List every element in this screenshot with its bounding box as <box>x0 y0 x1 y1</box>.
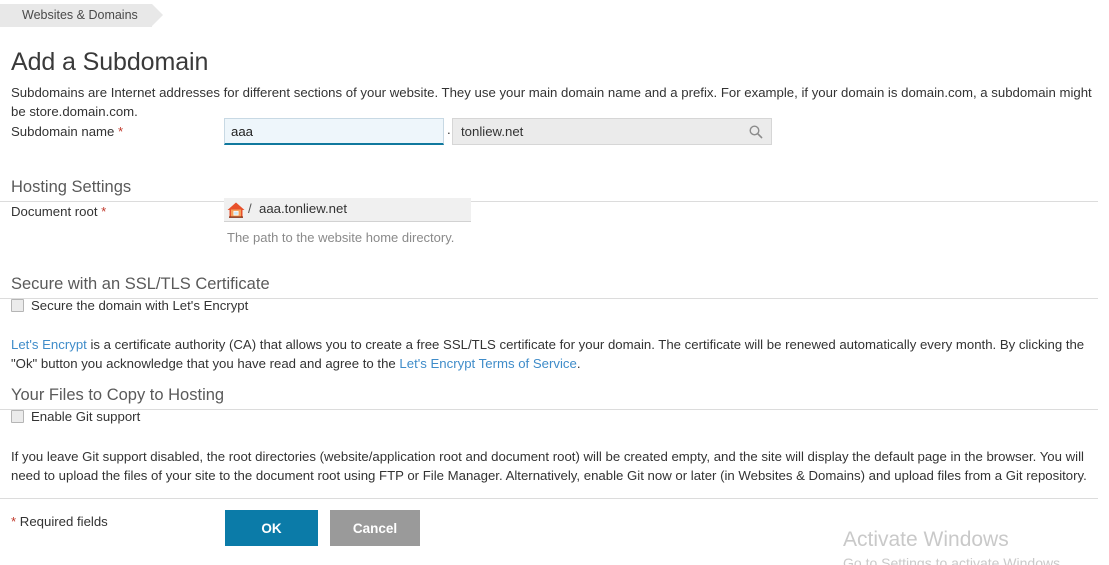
lets-encrypt-checkbox[interactable] <box>11 299 24 312</box>
required-asterisk: * <box>118 124 124 139</box>
lets-encrypt-description-part2: . <box>576 356 581 372</box>
page-description: Subdomains are Internet addresses for di… <box>11 85 1092 120</box>
windows-activation-watermark: Activate Windows Go to Settings to activ… <box>843 527 1064 565</box>
parent-domain-value: tonliew.net <box>461 124 524 139</box>
watermark-title: Activate Windows <box>843 528 1009 551</box>
required-fields-note: * Required fields <box>11 514 108 529</box>
footer-divider <box>0 498 1098 499</box>
document-root-slash: / <box>248 201 252 216</box>
domain-separator-dot: . <box>447 122 451 137</box>
document-root-label: Document root * <box>11 204 106 219</box>
breadcrumb-item-websites-domains[interactable]: Websites & Domains <box>0 4 163 27</box>
document-root-label-text: Document root <box>11 204 98 219</box>
lets-encrypt-checkbox-label[interactable]: Secure the domain with Let's Encrypt <box>31 298 248 313</box>
git-support-description: If you leave Git support disabled, the r… <box>11 449 1087 484</box>
required-fields-text: Required fields <box>16 514 108 529</box>
document-root-hint: The path to the website home directory. <box>227 230 455 245</box>
breadcrumb: Websites & Domains <box>0 4 163 27</box>
lets-encrypt-link[interactable]: Let's Encrypt <box>11 337 87 352</box>
page-title: Add a Subdomain <box>11 47 209 76</box>
subdomain-name-label-text: Subdomain name <box>11 124 115 139</box>
home-icon <box>226 200 246 220</box>
section-header-files-to-copy: Your Files to Copy to Hosting <box>0 386 1098 410</box>
ok-button[interactable]: OK <box>225 510 318 546</box>
watermark-subtitle: Go to Settings to activate Windows. <box>843 555 1064 565</box>
section-header-hosting-settings: Hosting Settings <box>0 178 1098 202</box>
lets-encrypt-checkbox-row[interactable]: Secure the domain with Let's Encrypt <box>11 298 248 313</box>
parent-domain-select[interactable]: tonliew.net <box>452 118 772 145</box>
required-asterisk: * <box>101 204 107 219</box>
cancel-button[interactable]: Cancel <box>330 510 420 546</box>
git-support-checkbox-label[interactable]: Enable Git support <box>31 409 140 424</box>
section-header-ssl-tls: Secure with an SSL/TLS Certificate <box>0 275 1098 299</box>
git-support-checkbox[interactable] <box>11 410 24 423</box>
subdomain-name-label: Subdomain name * <box>11 124 123 139</box>
document-root-field[interactable]: / aaa.tonliew.net <box>224 198 471 222</box>
subdomain-name-input[interactable] <box>224 118 444 145</box>
git-support-checkbox-row[interactable]: Enable Git support <box>11 409 140 424</box>
search-icon[interactable] <box>748 124 764 140</box>
lets-encrypt-description: Let's Encrypt is a certificate authority… <box>11 335 1101 373</box>
document-root-value: aaa.tonliew.net <box>259 201 347 216</box>
lets-encrypt-terms-link[interactable]: Let's Encrypt Terms of Service <box>399 356 576 371</box>
